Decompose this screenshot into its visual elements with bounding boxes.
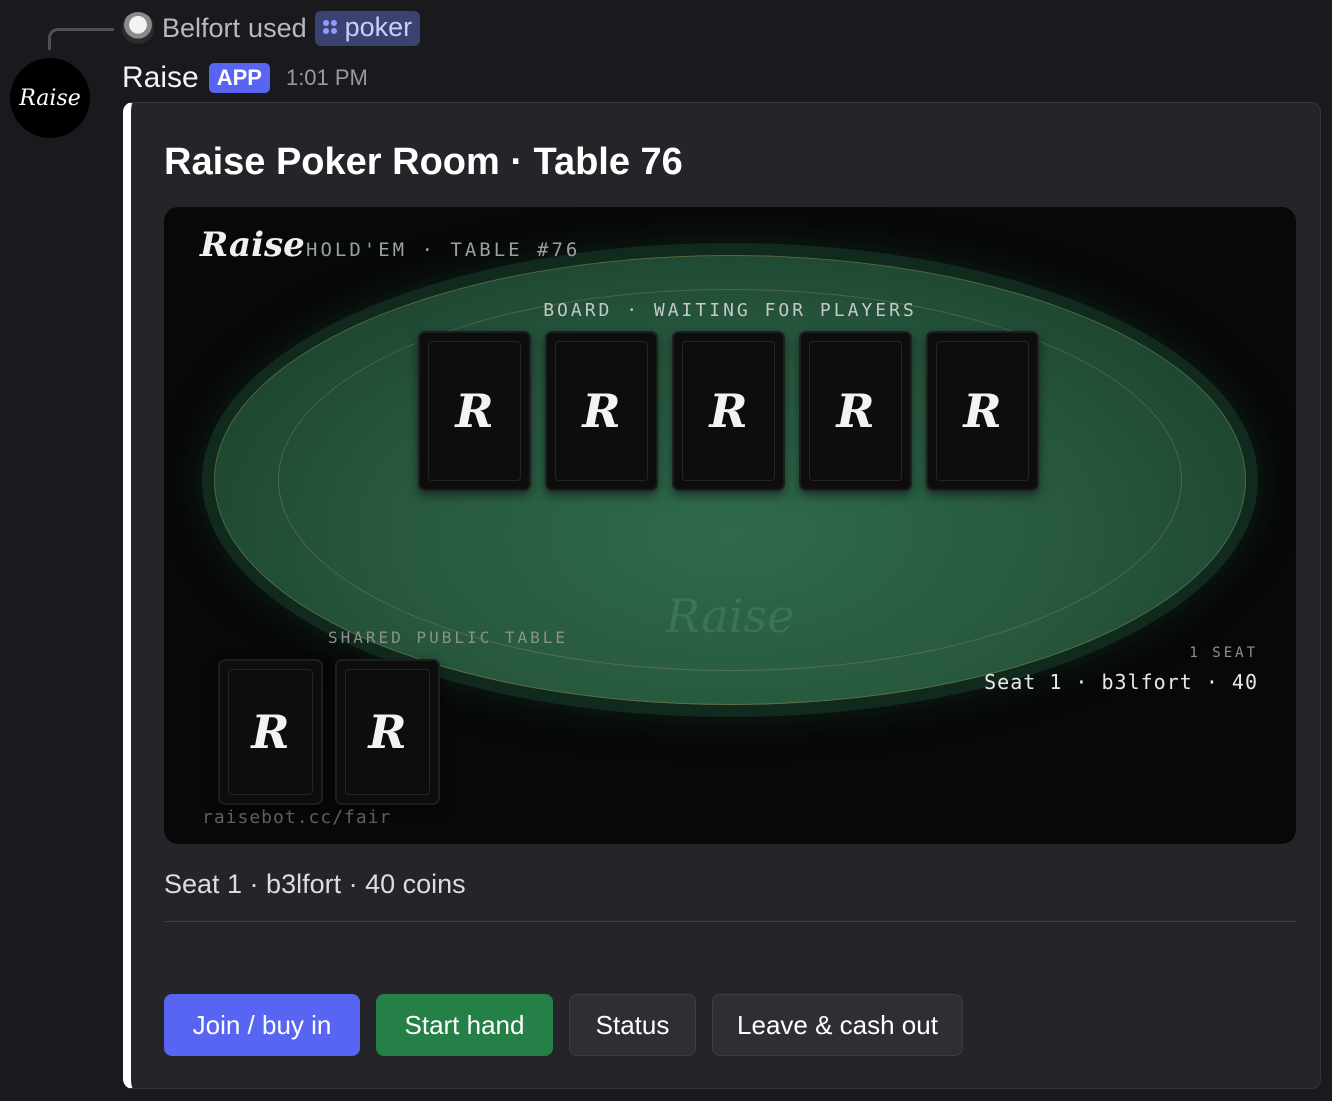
start-hand-button[interactable]: Start hand bbox=[376, 994, 553, 1056]
reply-user-avatar[interactable] bbox=[122, 12, 154, 44]
message-header: Raise APP 1:01 PM bbox=[122, 58, 368, 98]
card-back-logo: R bbox=[582, 384, 621, 438]
board-card: R bbox=[545, 331, 658, 491]
seat-info: Seat 1 · b3lfort · 40 bbox=[984, 670, 1258, 694]
bot-avatar-logo: Raise bbox=[19, 85, 81, 111]
hole-card: R bbox=[218, 659, 323, 805]
embed-divider bbox=[164, 921, 1296, 922]
board-card: R bbox=[672, 331, 785, 491]
board-card: R bbox=[418, 331, 531, 491]
leave-cash-out-button[interactable]: Leave & cash out bbox=[712, 994, 963, 1056]
card-back-logo: R bbox=[368, 705, 407, 759]
shared-table-label: SHARED PUBLIC TABLE bbox=[328, 628, 569, 647]
board-label: BOARD · WAITING FOR PLAYERS bbox=[543, 300, 917, 321]
fairness-url: raisebot.cc/fair bbox=[202, 807, 392, 828]
message-timestamp[interactable]: 1:01 PM bbox=[286, 65, 368, 91]
slash-command-chip[interactable]: poker bbox=[314, 10, 421, 46]
action-row: Join / buy in Start hand Status Leave & … bbox=[164, 994, 963, 1056]
reply-used-text: used bbox=[248, 12, 307, 43]
poker-table-image[interactable]: Raise Raise HOLD'EM · TABLE #76 BOARD · … bbox=[164, 207, 1296, 844]
join-button[interactable]: Join / buy in bbox=[164, 994, 360, 1056]
app-badge: APP bbox=[208, 63, 270, 93]
hole-card: R bbox=[335, 659, 440, 805]
brand-logo: Raise bbox=[200, 225, 305, 265]
board-cards: R R R R R bbox=[418, 331, 1039, 491]
board-card: R bbox=[926, 331, 1039, 491]
card-back-logo: R bbox=[709, 384, 748, 438]
reply-username[interactable]: Belfort bbox=[162, 13, 240, 44]
embed: Raise Poker Room · Table 76 Raise Raise … bbox=[123, 102, 1321, 1089]
slash-command-icon bbox=[321, 18, 339, 36]
status-button[interactable]: Status bbox=[569, 994, 696, 1056]
reply-connector bbox=[48, 28, 114, 50]
card-back-logo: R bbox=[251, 705, 290, 759]
embed-description: Seat 1 · b3lfort · 40 coins bbox=[164, 869, 466, 899]
embed-title: Raise Poker Room · Table 76 bbox=[164, 141, 683, 183]
reply-context[interactable]: Belfort used poker bbox=[122, 10, 421, 46]
bot-avatar[interactable]: Raise bbox=[10, 58, 90, 138]
bot-username[interactable]: Raise bbox=[122, 61, 199, 95]
card-back-logo: R bbox=[455, 384, 494, 438]
card-back-logo: R bbox=[963, 384, 1002, 438]
table-subtitle: HOLD'EM · TABLE #76 bbox=[306, 239, 581, 261]
seat-count: 1 SEAT bbox=[1189, 645, 1258, 661]
card-back-logo: R bbox=[836, 384, 875, 438]
slash-command-name: poker bbox=[344, 11, 413, 42]
hole-cards: R R bbox=[218, 659, 440, 805]
board-card: R bbox=[799, 331, 912, 491]
